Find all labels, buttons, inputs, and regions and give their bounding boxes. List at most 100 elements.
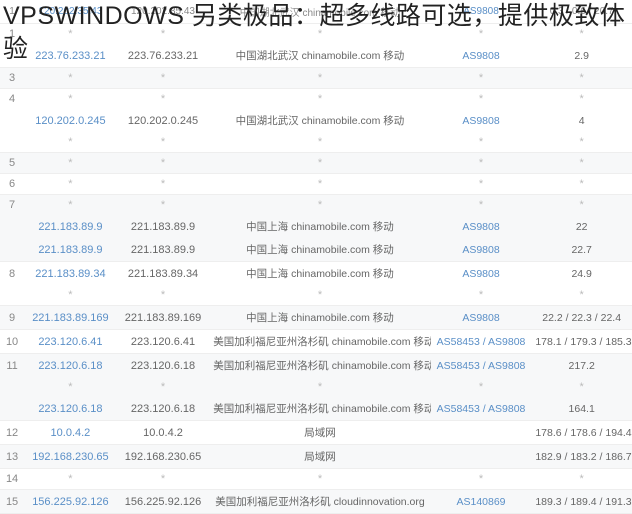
ip-secondary: 156.225.92.126: [117, 490, 210, 514]
ip-primary[interactable]: 223.120.6.41: [24, 330, 117, 354]
hop-index: 7: [0, 195, 24, 216]
table-row: 1210.0.4.210.0.4.2局域网178.6 / 178.6 / 194…: [0, 421, 632, 445]
ip-primary[interactable]: 221.183.89.34: [24, 262, 117, 286]
ip-primary[interactable]: 221.183.89.9: [24, 238, 117, 262]
hop-index: 14: [0, 469, 24, 490]
asn: *: [431, 132, 532, 153]
ip-secondary: 223.120.6.18: [117, 354, 210, 378]
location: *: [209, 174, 430, 195]
latency: 22.2 / 22.3 / 22.4: [531, 306, 632, 330]
ip-primary[interactable]: 120.202.0.245: [24, 109, 117, 132]
latency: *: [531, 153, 632, 174]
latency: *: [531, 89, 632, 110]
table-row: 15156.225.92.126156.225.92.126美国加利福尼亚州洛杉…: [0, 490, 632, 514]
table-row: 8221.183.89.34221.183.89.34中国上海 chinamob…: [0, 262, 632, 286]
location: *: [209, 153, 430, 174]
latency: 178.1 / 179.3 / 185.3: [531, 330, 632, 354]
table-row: 11223.120.6.18223.120.6.18美国加利福尼亚州洛杉矶 ch…: [0, 354, 632, 378]
asn[interactable]: AS140869: [431, 490, 532, 514]
asn: *: [431, 285, 532, 306]
latency: *: [531, 377, 632, 397]
asn[interactable]: AS58453 / AS9808: [431, 330, 532, 354]
asn: *: [431, 377, 532, 397]
ip-primary[interactable]: 10.0.4.2: [24, 421, 117, 445]
ip-primary[interactable]: 221.183.89.9: [24, 215, 117, 238]
location: 美国加利福尼亚州洛杉矶 chinamobile.com 移动: [209, 397, 430, 421]
hop-index: 15: [0, 490, 24, 514]
ip-primary[interactable]: 223.120.6.18: [24, 397, 117, 421]
ip-secondary: 221.183.89.169: [117, 306, 210, 330]
ip-secondary: *: [117, 89, 210, 110]
ip-secondary: 120.202.0.245: [117, 109, 210, 132]
ip-secondary: 223.120.6.18: [117, 397, 210, 421]
latency: 22.7: [531, 238, 632, 262]
hop-index: 5: [0, 153, 24, 174]
asn: [431, 421, 532, 445]
hop-index: [0, 109, 24, 132]
asn: *: [431, 195, 532, 216]
ip-primary: *: [24, 469, 117, 490]
table-row: 9221.183.89.169221.183.89.169中国上海 chinam…: [0, 306, 632, 330]
ip-primary[interactable]: 221.183.89.169: [24, 306, 117, 330]
table-row: 10223.120.6.41223.120.6.41美国加利福尼亚州洛杉矶 ch…: [0, 330, 632, 354]
ip-secondary: *: [117, 469, 210, 490]
ip-primary: *: [24, 195, 117, 216]
table-row: 5*****: [0, 153, 632, 174]
latency: 164.1: [531, 397, 632, 421]
location: *: [209, 89, 430, 110]
hop-index: 11: [0, 354, 24, 378]
table-row: 120.202.0.245120.202.0.245中国湖北武汉 chinamo…: [0, 109, 632, 132]
latency: *: [531, 132, 632, 153]
latency: *: [531, 174, 632, 195]
hop-index: [0, 238, 24, 262]
latency: 24.9: [531, 262, 632, 286]
asn: *: [431, 174, 532, 195]
location: 中国上海 chinamobile.com 移动: [209, 238, 430, 262]
ip-secondary: *: [117, 68, 210, 89]
ip-primary[interactable]: 192.168.230.65: [24, 445, 117, 469]
location: 局域网: [209, 445, 430, 469]
ip-primary[interactable]: 156.225.92.126: [24, 490, 117, 514]
location: 中国湖北武汉 chinamobile.com 移动: [209, 109, 430, 132]
asn[interactable]: AS58453 / AS9808: [431, 354, 532, 378]
location: 中国上海 chinamobile.com 移动: [209, 215, 430, 238]
location: *: [209, 195, 430, 216]
ip-primary: *: [24, 132, 117, 153]
hop-index: 6: [0, 174, 24, 195]
table-row: 13192.168.230.65192.168.230.65局域网182.9 /…: [0, 445, 632, 469]
asn[interactable]: AS9808: [431, 215, 532, 238]
hop-index: [0, 285, 24, 306]
ip-primary: *: [24, 174, 117, 195]
asn[interactable]: AS9808: [431, 238, 532, 262]
latency: *: [531, 195, 632, 216]
table-row: 7*****: [0, 195, 632, 216]
asn[interactable]: AS58453 / AS9808: [431, 397, 532, 421]
location: *: [209, 469, 430, 490]
latency: 4: [531, 109, 632, 132]
asn[interactable]: AS9808: [431, 306, 532, 330]
asn[interactable]: AS9808: [431, 109, 532, 132]
ip-secondary: 223.120.6.41: [117, 330, 210, 354]
latency: 217.2: [531, 354, 632, 378]
page-title: VPSWINDOWS 另类极品：超多线路可选，提供极致体验: [0, 0, 632, 65]
ip-secondary: *: [117, 285, 210, 306]
location: *: [209, 132, 430, 153]
hop-index: 9: [0, 306, 24, 330]
ip-secondary: 221.183.89.9: [117, 215, 210, 238]
table-row: 223.120.6.18223.120.6.18美国加利福尼亚州洛杉矶 chin…: [0, 397, 632, 421]
table-row: 221.183.89.9221.183.89.9中国上海 chinamobile…: [0, 215, 632, 238]
table-row: 3*****: [0, 68, 632, 89]
ip-primary[interactable]: 223.120.6.18: [24, 354, 117, 378]
location: 局域网: [209, 421, 430, 445]
table-row: *****: [0, 132, 632, 153]
table-row: 14*****: [0, 469, 632, 490]
ip-primary: *: [24, 68, 117, 89]
ip-secondary: *: [117, 153, 210, 174]
hop-index: 3: [0, 68, 24, 89]
location: *: [209, 377, 430, 397]
asn[interactable]: AS9808: [431, 262, 532, 286]
location: *: [209, 68, 430, 89]
ip-primary: *: [24, 153, 117, 174]
location: 美国加利福尼亚州洛杉矶 cloudinnovation.org: [209, 490, 430, 514]
location: *: [209, 285, 430, 306]
